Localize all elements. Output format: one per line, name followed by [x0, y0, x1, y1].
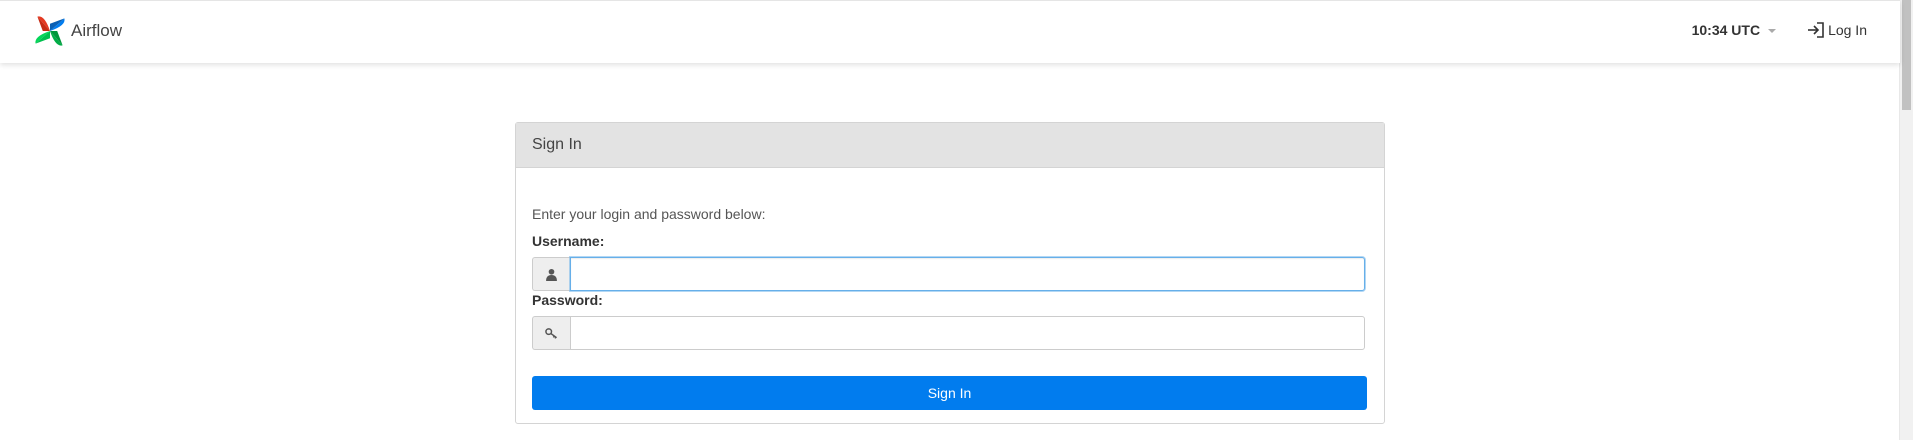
password-addon: [532, 316, 570, 350]
brand-name: Airflow: [71, 21, 123, 40]
brand-link[interactable]: Airflow: [31, 13, 122, 49]
password-field[interactable]: [570, 316, 1365, 350]
login-link-label: Log In: [1828, 22, 1867, 38]
caret-down-icon: [1768, 29, 1777, 33]
username-field[interactable]: [570, 257, 1365, 291]
airflow-logo-icon: [35, 16, 65, 46]
password-input-group: [532, 316, 1365, 350]
top-navbar: Airflow 10:34 UTC Log In: [0, 0, 1900, 63]
clock-time: 10:34 UTC: [1691, 22, 1761, 38]
scrollbar-thumb[interactable]: [1902, 0, 1911, 110]
page-scrollbar[interactable]: [1899, 0, 1913, 440]
username-addon: [532, 257, 570, 291]
key-icon: [545, 327, 558, 339]
user-icon: [546, 268, 557, 281]
signin-panel-title: Sign In: [516, 123, 1384, 168]
username-input-group: [532, 257, 1365, 291]
username-label: Username:: [532, 233, 605, 249]
password-label: Password:: [532, 292, 603, 308]
signin-panel: Sign In Enter your login and password be…: [515, 122, 1385, 424]
sign-in-icon: [1808, 22, 1824, 38]
utc-clock-dropdown[interactable]: 10:34 UTC: [1691, 22, 1777, 38]
login-link[interactable]: Log In: [1806, 21, 1867, 39]
signin-button[interactable]: Sign In: [532, 376, 1367, 410]
signin-instruction: Enter your login and password below:: [532, 206, 766, 222]
